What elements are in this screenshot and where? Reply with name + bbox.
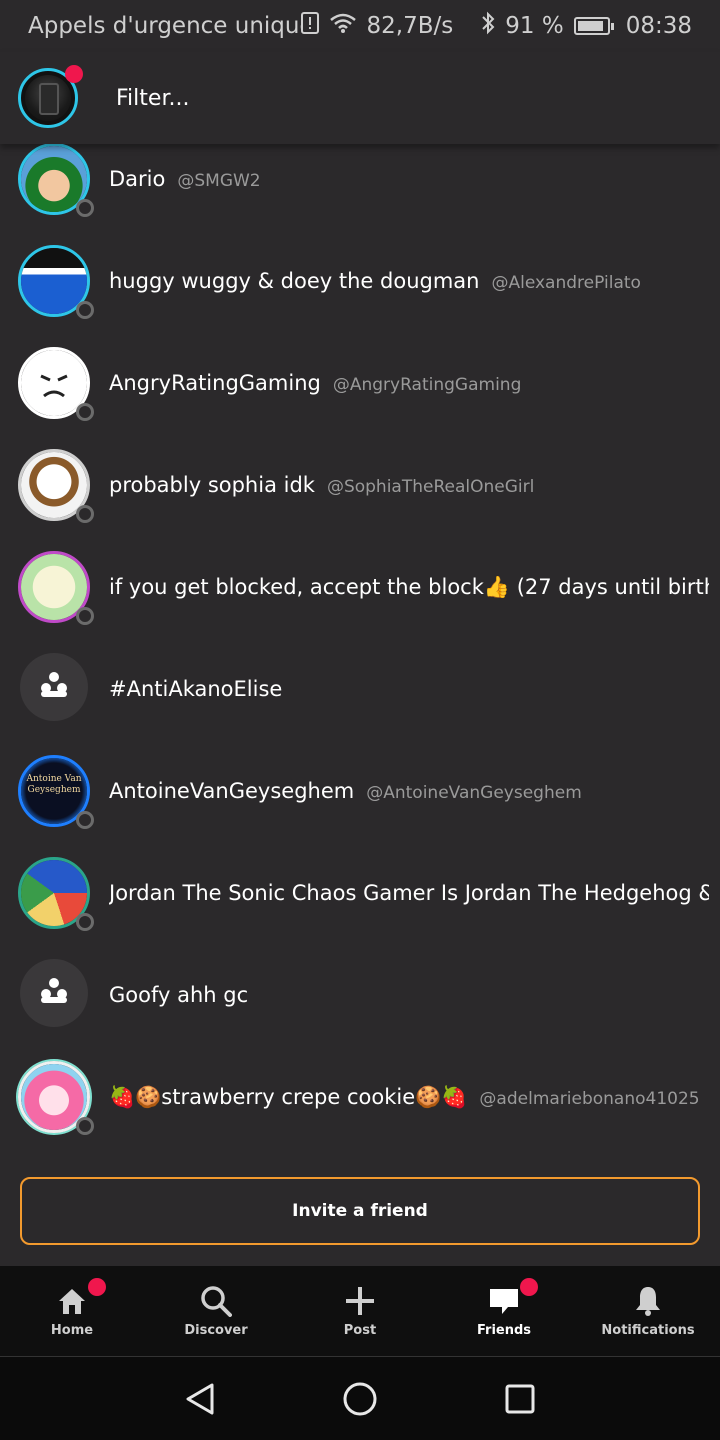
friend-name: 🍓🍪strawberry crepe cookie🍪🍓 — [109, 1084, 468, 1109]
wifi-icon — [329, 12, 357, 40]
back-triangle-icon — [186, 1383, 214, 1414]
offline-status-dot — [76, 505, 94, 523]
list-item[interactable]: AngryRatingGaming @AngryRatingGaming — [0, 332, 720, 434]
chat-bubble-icon — [488, 1285, 520, 1317]
friend-handle: @SMGW2 — [177, 171, 261, 191]
search-icon — [200, 1285, 232, 1317]
friend-name: if you get blocked, accept the block👍 (2… — [109, 574, 709, 599]
friend-name: AntoineVanGeyseghem — [109, 779, 355, 803]
bell-icon — [632, 1285, 664, 1317]
tab-friends[interactable]: Friends — [432, 1266, 576, 1356]
avatar-text: Antoine Van Geyseghem — [26, 774, 82, 795]
tab-post[interactable]: Post — [288, 1266, 432, 1356]
tab-post-label: Post — [343, 1322, 377, 1338]
back-button[interactable] — [175, 1374, 225, 1424]
avatar — [18, 347, 94, 421]
battery-level — [577, 21, 604, 31]
robot-figure — [39, 83, 59, 115]
list-item[interactable]: if you get blocked, accept the block👍 (2… — [0, 536, 720, 638]
tab-discover[interactable]: Discover — [144, 1266, 288, 1356]
tab-notifications-label: Notifications — [601, 1322, 695, 1338]
avatar — [18, 449, 94, 523]
invite-friend-button[interactable]: Invite a friend — [20, 1177, 700, 1245]
home-circle-icon — [343, 1382, 377, 1415]
friend-name: Dario — [109, 167, 166, 191]
list-item[interactable]: Dario @SMGW2 — [0, 144, 720, 230]
friend-handle: @AlexandrePilato — [491, 273, 641, 293]
offline-status-dot — [76, 301, 94, 319]
tab-home-label: Home — [50, 1322, 94, 1338]
friend-name: probably sophia idk — [109, 473, 315, 497]
tab-discover-label: Discover — [184, 1322, 248, 1338]
offline-status-dot — [76, 199, 94, 217]
friend-handle: @SophiaTheRealOneGirl — [326, 477, 535, 497]
invite-area: Invite a friend — [0, 1158, 720, 1266]
status-bar: Appels d'urgence unique... 82,7B/s 91 % … — [0, 0, 720, 52]
tab-home[interactable]: Home — [0, 1266, 144, 1356]
home-badge — [88, 1278, 106, 1296]
bluetooth-icon — [481, 11, 495, 41]
friend-name: Jordan The Sonic Chaos Gamer Is Jordan T… — [109, 881, 709, 905]
offline-status-dot — [76, 607, 94, 625]
friend-handle: @AntoineVanGeyseghem — [366, 783, 582, 803]
offline-status-dot — [76, 403, 94, 421]
bottom-tab-bar: Home Discover Post Friends Notifications — [0, 1266, 720, 1356]
offline-status-dot — [76, 1117, 94, 1135]
group-name: #AntiAkanoElise — [109, 677, 283, 701]
filter-input[interactable]: Filter... — [116, 86, 189, 111]
network-speed: 82,7B/s — [366, 13, 454, 39]
tab-friends-label: Friends — [476, 1322, 532, 1338]
list-item[interactable]: Antoine Van Geyseghem AntoineVanGeyseghe… — [0, 740, 720, 842]
home-button[interactable] — [335, 1374, 385, 1424]
avatar — [18, 959, 90, 1031]
carrier-text: Appels d'urgence unique... — [28, 13, 301, 39]
friend-name: huggy wuggy & doey the dougman — [109, 269, 480, 293]
avatar — [18, 144, 94, 217]
avatar — [18, 245, 94, 319]
friends-screen: Appels d'urgence unique... 82,7B/s 91 % … — [0, 0, 720, 1440]
battery-percent: 91 % — [505, 13, 564, 39]
home-icon — [56, 1285, 88, 1317]
plus-icon — [344, 1285, 376, 1317]
list-item[interactable]: Jordan The Sonic Chaos Gamer Is Jordan T… — [0, 842, 720, 944]
avatar — [18, 857, 94, 931]
list-item[interactable]: #AntiAkanoElise — [0, 638, 720, 740]
friends-list[interactable]: Dario @SMGW2 huggy wuggy & doey the doug… — [0, 144, 720, 1158]
sim-alert-icon — [300, 12, 319, 40]
profile-avatar[interactable] — [18, 65, 83, 128]
clock: 08:38 — [625, 13, 692, 39]
offline-status-dot — [76, 811, 94, 829]
group-chat-icon — [39, 977, 69, 1010]
recents-button[interactable] — [495, 1374, 545, 1424]
avatar — [18, 1061, 94, 1135]
header: Filter... — [0, 52, 720, 144]
list-item[interactable]: 🍓🍪strawberry crepe cookie🍪🍓 @adelmariebo… — [0, 1046, 720, 1148]
friend-name: AngryRatingGaming — [109, 371, 321, 395]
recents-square-icon — [505, 1384, 535, 1413]
list-item[interactable]: probably sophia idk @SophiaTheRealOneGir… — [0, 434, 720, 536]
group-name: Goofy ahh gc — [109, 983, 249, 1007]
notification-badge — [65, 65, 83, 83]
friend-handle: @AngryRatingGaming — [332, 375, 522, 395]
system-navigation-bar — [0, 1357, 720, 1440]
offline-status-dot — [76, 913, 94, 931]
avatar: Antoine Van Geyseghem — [18, 755, 94, 829]
friend-handle: @adelmariebonano41025 — [479, 1088, 700, 1109]
battery-icon — [573, 17, 614, 35]
list-item[interactable]: Goofy ahh gc — [0, 944, 720, 1046]
group-chat-icon — [39, 671, 69, 704]
list-item[interactable]: huggy wuggy & doey the dougman @Alexandr… — [0, 230, 720, 332]
avatar — [18, 551, 94, 625]
friends-badge — [520, 1278, 538, 1296]
status-icons: 82,7B/s 91 % 08:38 — [300, 11, 692, 41]
tab-notifications[interactable]: Notifications — [576, 1266, 720, 1356]
avatar — [18, 653, 90, 725]
